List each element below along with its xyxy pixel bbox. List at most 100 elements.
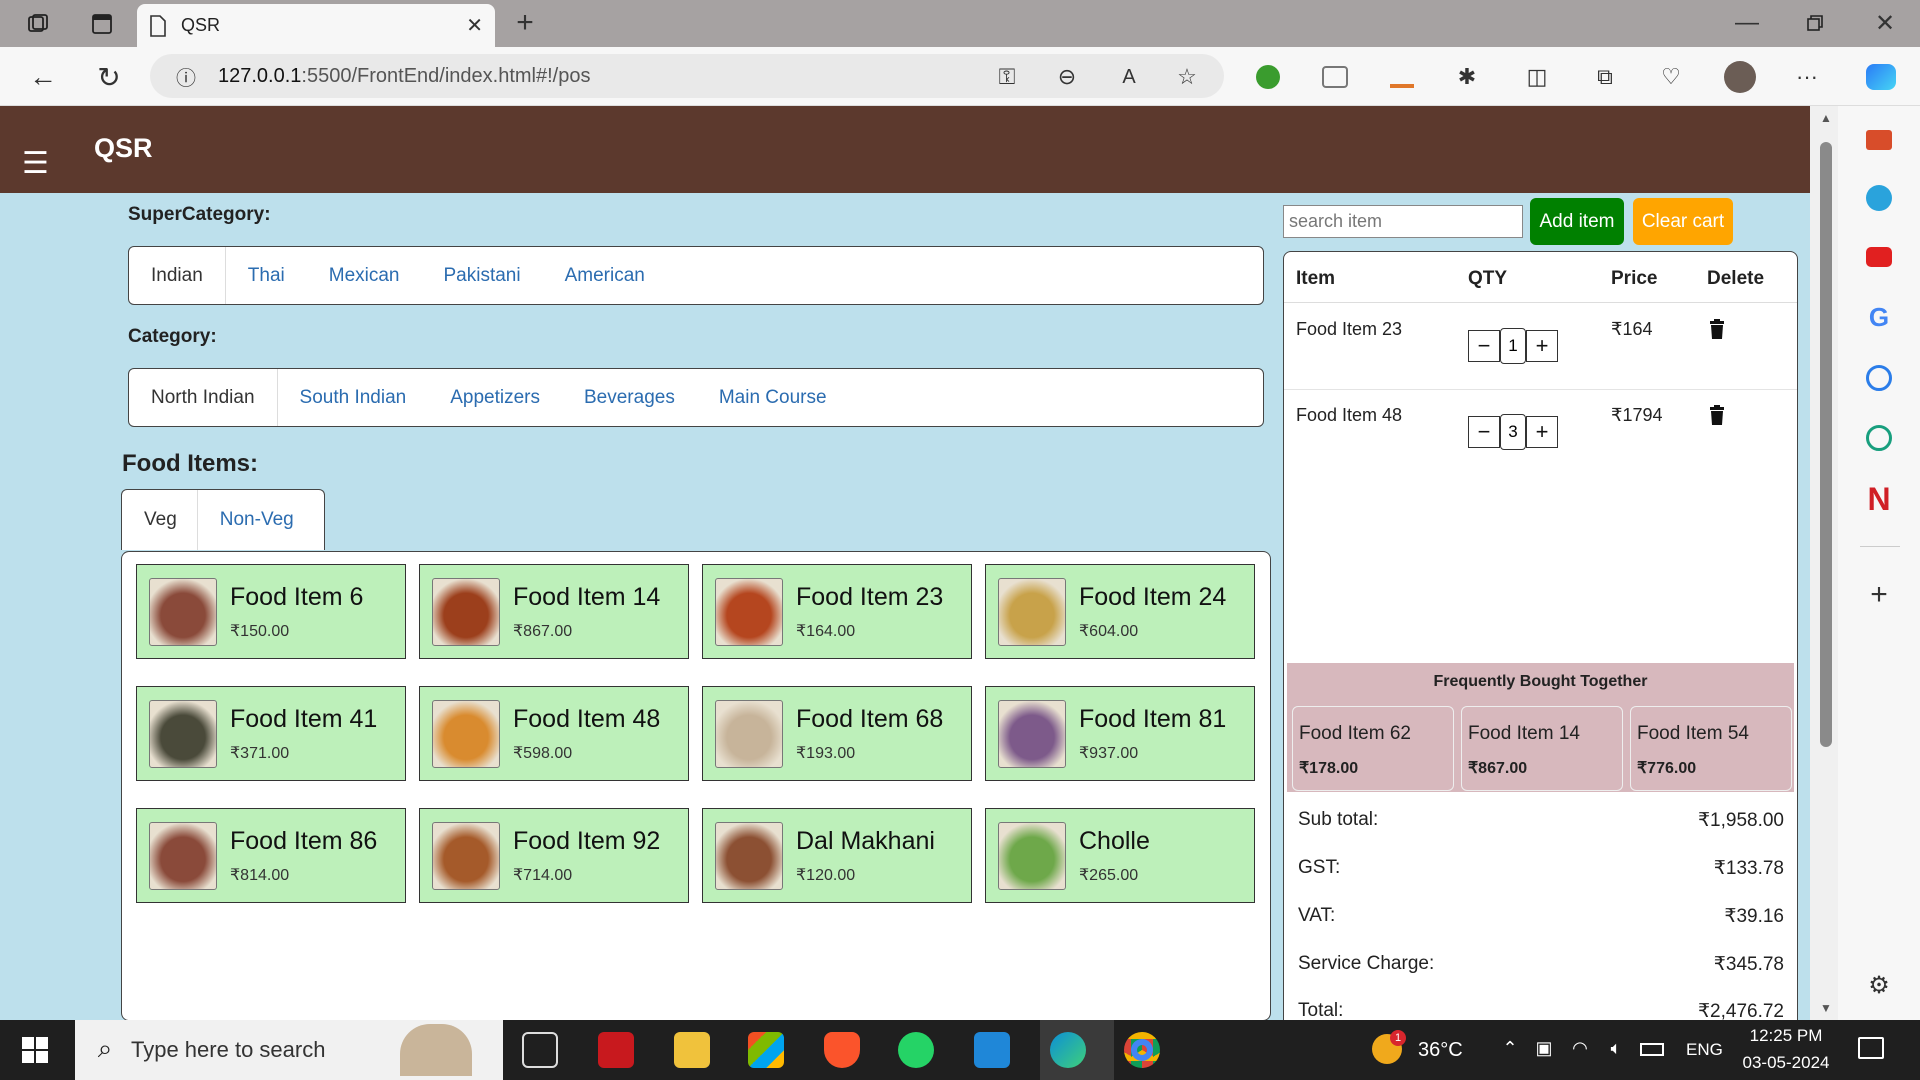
qty-value[interactable]: 3 — [1500, 414, 1526, 450]
copilot-icon[interactable] — [1866, 64, 1896, 90]
trash-icon[interactable] — [1709, 405, 1725, 430]
read-aloud-icon[interactable]: A — [1112, 62, 1146, 92]
language-indicator[interactable]: ENG — [1686, 1040, 1723, 1060]
decrease-qty-button[interactable]: − — [1468, 416, 1500, 448]
clock-date[interactable]: 03-05-2024 — [1740, 1053, 1832, 1073]
microsoft-store-icon[interactable] — [748, 1032, 784, 1068]
tab-thai[interactable]: Thai — [226, 247, 307, 304]
minimize-icon[interactable]: — — [1732, 8, 1762, 38]
food-card[interactable]: Food Item 92 ₹714.00 — [419, 808, 689, 903]
qty-value[interactable]: 1 — [1500, 328, 1526, 364]
food-thumbnail — [715, 699, 783, 768]
profile-avatar[interactable] — [1724, 61, 1756, 93]
new-tab-icon[interactable]: + — [510, 6, 540, 39]
clock-time[interactable]: 12:25 PM — [1740, 1026, 1832, 1046]
fbt-item[interactable]: Food Item 62 ₹178.00 — [1292, 706, 1454, 791]
more-menu-icon[interactable]: ··· — [1792, 62, 1822, 92]
google-icon[interactable]: G — [1864, 302, 1894, 332]
tab-veg[interactable]: Veg — [122, 490, 198, 550]
fbt-item[interactable]: Food Item 54 ₹776.00 — [1630, 706, 1792, 791]
chatgpt-icon[interactable] — [1866, 425, 1892, 451]
outlook-icon[interactable] — [1866, 365, 1892, 391]
food-card[interactable]: Food Item 86 ₹814.00 — [136, 808, 406, 903]
tab-non-veg[interactable]: Non-Veg — [198, 490, 316, 550]
tab-mexican[interactable]: Mexican — [307, 247, 422, 304]
extension-code-icon[interactable] — [1322, 66, 1348, 88]
extensions-puzzle-icon[interactable]: ✱ — [1452, 62, 1482, 92]
tools-briefcase-icon[interactable] — [1866, 130, 1892, 150]
youtube-icon[interactable] — [1866, 247, 1892, 267]
decrease-qty-button[interactable]: − — [1468, 330, 1500, 362]
notifications-icon[interactable] — [1858, 1037, 1884, 1059]
workspaces-icon[interactable] — [22, 10, 54, 38]
food-card[interactable]: Food Item 6 ₹150.00 — [136, 564, 406, 659]
favorite-star-icon[interactable]: ☆ — [1172, 62, 1202, 92]
task-view-icon[interactable] — [522, 1032, 558, 1068]
app-icon-red[interactable] — [598, 1032, 634, 1068]
zoom-out-icon[interactable]: ⊖ — [1052, 62, 1082, 92]
collections-icon[interactable]: ⧉ — [1590, 62, 1620, 92]
search-input[interactable]: search item — [1283, 205, 1523, 238]
clear-cart-button[interactable]: Clear cart — [1633, 198, 1733, 245]
tab-appetizers[interactable]: Appetizers — [428, 369, 562, 426]
supercategory-tabs: Indian Thai Mexican Pakistani American — [128, 246, 1264, 305]
scroll-down-icon[interactable]: ▼ — [1816, 998, 1836, 1018]
food-card[interactable]: Food Item 81 ₹937.00 — [985, 686, 1255, 781]
performance-heart-icon[interactable]: ♡ — [1656, 62, 1686, 92]
food-card[interactable]: Food Item 68 ₹193.00 — [702, 686, 972, 781]
chrome-icon[interactable] — [1124, 1032, 1160, 1068]
split-screen-icon[interactable]: ◫ — [1522, 62, 1552, 92]
tab-pakistani[interactable]: Pakistani — [422, 247, 543, 304]
extension-green-icon[interactable] — [1256, 65, 1280, 89]
back-icon[interactable]: ← — [26, 60, 60, 94]
extension-pen-icon[interactable] — [1390, 66, 1414, 88]
file-explorer-icon[interactable] — [674, 1032, 710, 1068]
chevron-up-icon[interactable]: ⌃ — [1498, 1036, 1522, 1060]
sidebar-settings-icon[interactable]: ⚙ — [1864, 970, 1894, 1000]
battery-icon[interactable] — [1640, 1043, 1664, 1056]
tab-actions-icon[interactable] — [86, 10, 118, 38]
scrollbar-thumb[interactable] — [1820, 142, 1832, 747]
refresh-icon[interactable]: ↻ — [92, 60, 126, 94]
whatsapp-icon[interactable] — [898, 1032, 934, 1068]
tab-south-indian[interactable]: South Indian — [278, 369, 429, 426]
close-window-icon[interactable]: ✕ — [1870, 8, 1900, 38]
site-info-icon[interactable]: ⓘ — [176, 62, 196, 91]
add-item-button[interactable]: Add item — [1530, 198, 1624, 245]
tab-beverages[interactable]: Beverages — [562, 369, 697, 426]
food-card[interactable]: Food Item 14 ₹867.00 — [419, 564, 689, 659]
vscode-icon[interactable] — [974, 1032, 1010, 1068]
browser-tab-qsr[interactable]: QSR ✕ — [137, 4, 495, 47]
food-card[interactable]: Food Item 24 ₹604.00 — [985, 564, 1255, 659]
hamburger-menu-icon[interactable]: ☰ — [22, 146, 49, 181]
edge-icon[interactable] — [1050, 1032, 1086, 1068]
scroll-up-icon[interactable]: ▲ — [1816, 108, 1836, 128]
tab-american[interactable]: American — [543, 247, 667, 304]
food-name: Food Item 48 — [513, 704, 661, 733]
volume-icon[interactable]: 🔈︎ — [1604, 1036, 1628, 1060]
key-icon[interactable]: ⚿ — [992, 62, 1022, 92]
food-card[interactable]: Food Item 41 ₹371.00 — [136, 686, 406, 781]
wifi-icon[interactable]: ◠ — [1568, 1036, 1592, 1060]
tab-main-course[interactable]: Main Course — [697, 369, 849, 426]
food-card[interactable]: Food Item 23 ₹164.00 — [702, 564, 972, 659]
windows-start-icon[interactable] — [22, 1037, 48, 1068]
trash-icon[interactable] — [1709, 319, 1725, 344]
telegram-icon[interactable] — [1866, 185, 1892, 211]
tab-indian[interactable]: Indian — [149, 247, 226, 304]
restore-icon[interactable] — [1800, 8, 1830, 38]
close-tab-icon[interactable]: ✕ — [466, 13, 483, 38]
temperature: 36°C — [1418, 1039, 1463, 1061]
weather-badge: 1 — [1390, 1030, 1406, 1046]
tab-north-indian[interactable]: North Indian — [149, 369, 278, 426]
food-card[interactable]: Food Item 48 ₹598.00 — [419, 686, 689, 781]
food-card[interactable]: Dal Makhani ₹120.00 — [702, 808, 972, 903]
network-drive-icon[interactable]: ▣ — [1532, 1036, 1556, 1060]
food-card[interactable]: Cholle ₹265.00 — [985, 808, 1255, 903]
increase-qty-button[interactable]: + — [1526, 416, 1558, 448]
fbt-item[interactable]: Food Item 14 ₹867.00 — [1461, 706, 1623, 791]
netflix-icon[interactable]: N — [1864, 481, 1894, 517]
increase-qty-button[interactable]: + — [1526, 330, 1558, 362]
brave-icon[interactable] — [824, 1032, 860, 1068]
add-sidebar-icon[interactable]: + — [1864, 578, 1894, 611]
